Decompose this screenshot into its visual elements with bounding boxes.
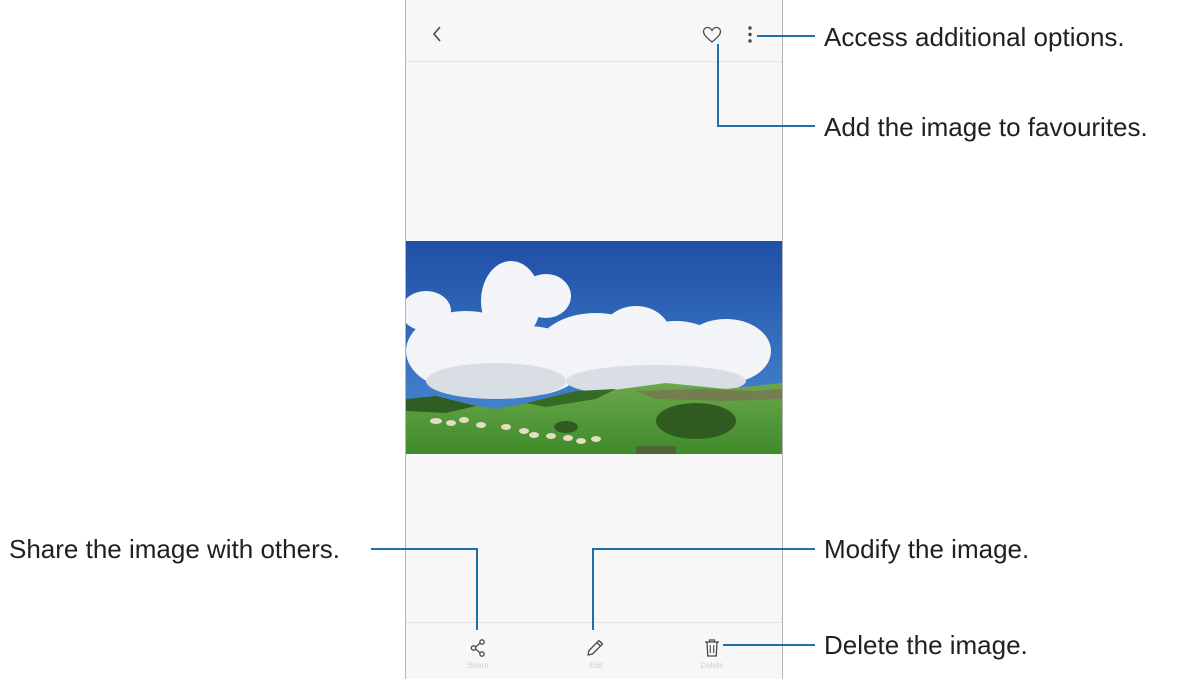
delete-callout: Delete the image. xyxy=(824,630,1028,660)
back-chevron-icon[interactable] xyxy=(430,24,444,44)
bottom-toolbar: Share Edit Delete xyxy=(406,622,782,680)
share-label: Share xyxy=(467,661,489,670)
photo-image[interactable] xyxy=(406,241,782,454)
favourite-callout: Add the image to favourites. xyxy=(824,112,1148,142)
top-bar xyxy=(406,0,782,62)
landscape-photo xyxy=(406,241,782,454)
share-icon[interactable] xyxy=(470,639,486,657)
pencil-icon[interactable] xyxy=(585,638,605,658)
edit-callout: Modify the image. xyxy=(824,534,1030,564)
more-vertical-icon[interactable] xyxy=(746,25,754,45)
share-callout: Share the image with others. xyxy=(9,534,340,564)
heart-outline-icon[interactable] xyxy=(702,26,722,44)
trash-icon[interactable] xyxy=(704,638,720,658)
phone-screen: Share Edit Delete xyxy=(405,0,783,679)
more-options-callout: Access additional options. xyxy=(824,22,1125,52)
edit-label: Edit xyxy=(589,661,603,670)
delete-label: Delete xyxy=(700,661,724,670)
